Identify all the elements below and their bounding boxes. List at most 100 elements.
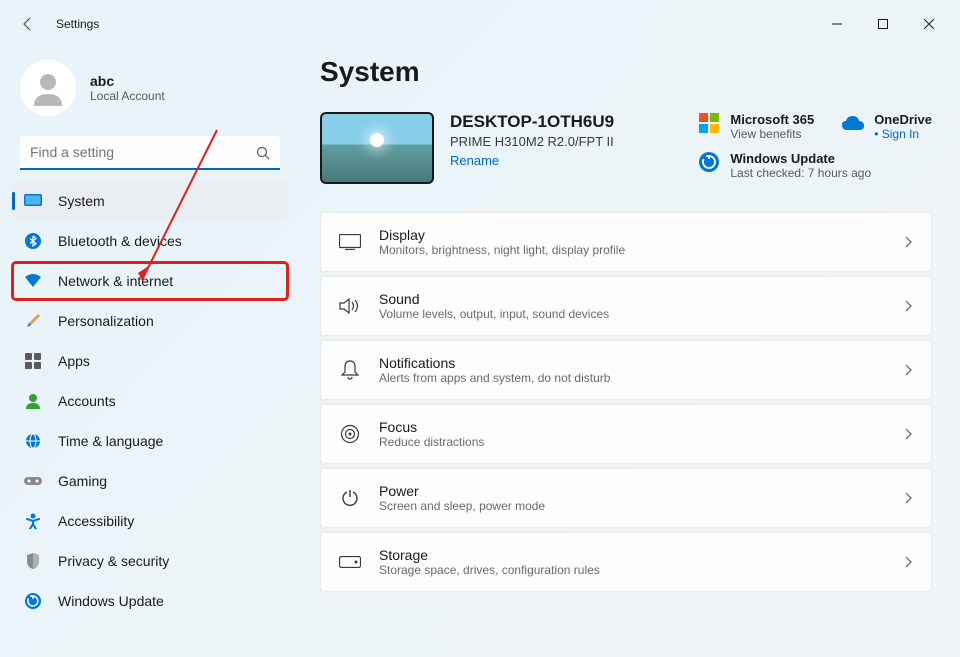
sidebar-item-time-language[interactable]: Time & language xyxy=(12,422,288,460)
sidebar-item-label: System xyxy=(58,193,105,209)
chevron-right-icon xyxy=(905,428,913,440)
device-name: DESKTOP-1OTH6U9 xyxy=(450,112,614,132)
sidebar-item-system[interactable]: System xyxy=(12,182,288,220)
device-model: PRIME H310M2 R2.0/FPT II xyxy=(450,134,614,149)
settings-list: DisplayMonitors, brightness, night light… xyxy=(320,212,932,592)
nav-list: System Bluetooth & devices Network & int… xyxy=(12,182,288,620)
search-icon xyxy=(256,146,270,160)
setting-sub: Alerts from apps and system, do not dist… xyxy=(379,371,887,385)
chevron-right-icon xyxy=(905,364,913,376)
hero-card-link[interactable]: • Sign In xyxy=(874,127,932,141)
close-icon xyxy=(924,19,934,29)
person-icon xyxy=(28,68,68,108)
sidebar-item-accounts[interactable]: Accounts xyxy=(12,382,288,420)
sidebar-item-apps[interactable]: Apps xyxy=(12,342,288,380)
sound-icon xyxy=(339,295,361,317)
system-icon xyxy=(24,192,42,210)
chevron-right-icon xyxy=(905,236,913,248)
setting-title: Power xyxy=(379,483,887,499)
maximize-button[interactable] xyxy=(860,8,906,40)
setting-storage[interactable]: StorageStorage space, drives, configurat… xyxy=(320,532,932,592)
sidebar-item-label: Accessibility xyxy=(58,513,134,529)
minimize-button[interactable] xyxy=(814,8,860,40)
window-title: Settings xyxy=(56,17,99,31)
hero-card-title: Windows Update xyxy=(730,151,871,166)
maximize-icon xyxy=(878,19,888,29)
search-input[interactable] xyxy=(20,136,280,170)
setting-sub: Volume levels, output, input, sound devi… xyxy=(379,307,887,321)
sidebar-item-label: Bluetooth & devices xyxy=(58,233,182,249)
close-button[interactable] xyxy=(906,8,952,40)
hero-section: DESKTOP-1OTH6U9 PRIME H310M2 R2.0/FPT II… xyxy=(320,112,932,184)
user-name: abc xyxy=(90,73,165,89)
setting-title: Focus xyxy=(379,419,887,435)
apps-icon xyxy=(24,352,42,370)
chevron-right-icon xyxy=(905,300,913,312)
hero-card-sub: View benefits xyxy=(730,127,814,141)
setting-focus[interactable]: FocusReduce distractions xyxy=(320,404,932,464)
setting-title: Sound xyxy=(379,291,887,307)
gaming-icon xyxy=(24,472,42,490)
window-controls xyxy=(814,8,952,40)
m365-icon xyxy=(698,112,720,134)
device-info: DESKTOP-1OTH6U9 PRIME H310M2 R2.0/FPT II… xyxy=(450,112,614,168)
chevron-right-icon xyxy=(905,492,913,504)
sidebar-item-bluetooth[interactable]: Bluetooth & devices xyxy=(12,222,288,260)
sidebar-item-label: Accounts xyxy=(58,393,116,409)
bluetooth-icon xyxy=(24,232,42,250)
sidebar-item-label: Time & language xyxy=(58,433,163,449)
accounts-icon xyxy=(24,392,42,410)
sidebar-item-network[interactable]: Network & internet xyxy=(12,262,288,300)
hero-card-sub: Last checked: 7 hours ago xyxy=(730,166,871,180)
setting-sub: Storage space, drives, configuration rul… xyxy=(379,563,887,577)
display-icon xyxy=(339,231,361,253)
storage-icon xyxy=(339,551,361,573)
hero-card-title: Microsoft 365 xyxy=(730,112,814,127)
sidebar-item-gaming[interactable]: Gaming xyxy=(12,462,288,500)
back-arrow-icon xyxy=(20,16,36,32)
bell-icon xyxy=(339,359,361,381)
sidebar-item-accessibility[interactable]: Accessibility xyxy=(12,502,288,540)
update-icon xyxy=(24,592,42,610)
sidebar: abc Local Account System Bluetooth & dev… xyxy=(0,48,300,657)
page-title: System xyxy=(320,56,932,88)
hero-card-m365[interactable]: Microsoft 365 View benefits xyxy=(698,112,814,141)
sidebar-item-personalization[interactable]: Personalization xyxy=(12,302,288,340)
setting-title: Display xyxy=(379,227,887,243)
brush-icon xyxy=(24,312,42,330)
sidebar-item-label: Personalization xyxy=(58,313,154,329)
sidebar-item-label: Privacy & security xyxy=(58,553,169,569)
setting-title: Notifications xyxy=(379,355,887,371)
setting-notifications[interactable]: NotificationsAlerts from apps and system… xyxy=(320,340,932,400)
rename-link[interactable]: Rename xyxy=(450,153,614,168)
minimize-icon xyxy=(832,19,842,29)
titlebar: Settings xyxy=(0,0,960,48)
user-type: Local Account xyxy=(90,89,165,103)
hero-card-onedrive[interactable]: OneDrive • Sign In xyxy=(842,112,932,141)
setting-sub: Screen and sleep, power mode xyxy=(379,499,887,513)
shield-icon xyxy=(24,552,42,570)
hero-right: Microsoft 365 View benefits OneDrive • S… xyxy=(698,112,932,180)
update-icon xyxy=(698,151,720,173)
sidebar-item-windows-update[interactable]: Windows Update xyxy=(12,582,288,620)
hero-card-update[interactable]: Windows Update Last checked: 7 hours ago xyxy=(698,151,932,180)
setting-sound[interactable]: SoundVolume levels, output, input, sound… xyxy=(320,276,932,336)
back-button[interactable] xyxy=(8,4,48,44)
avatar xyxy=(20,60,76,116)
onedrive-icon xyxy=(842,112,864,134)
main-content: System DESKTOP-1OTH6U9 PRIME H310M2 R2.0… xyxy=(300,48,960,657)
sidebar-item-label: Network & internet xyxy=(58,273,173,289)
sidebar-item-label: Gaming xyxy=(58,473,107,489)
accessibility-icon xyxy=(24,512,42,530)
user-section[interactable]: abc Local Account xyxy=(12,48,288,136)
sidebar-item-privacy[interactable]: Privacy & security xyxy=(12,542,288,580)
wifi-icon xyxy=(24,272,42,290)
setting-sub: Monitors, brightness, night light, displ… xyxy=(379,243,887,257)
setting-power[interactable]: PowerScreen and sleep, power mode xyxy=(320,468,932,528)
sidebar-item-label: Windows Update xyxy=(58,593,164,609)
setting-sub: Reduce distractions xyxy=(379,435,887,449)
device-image xyxy=(320,112,434,184)
search-box xyxy=(20,136,280,170)
hero-card-title: OneDrive xyxy=(874,112,932,127)
setting-display[interactable]: DisplayMonitors, brightness, night light… xyxy=(320,212,932,272)
